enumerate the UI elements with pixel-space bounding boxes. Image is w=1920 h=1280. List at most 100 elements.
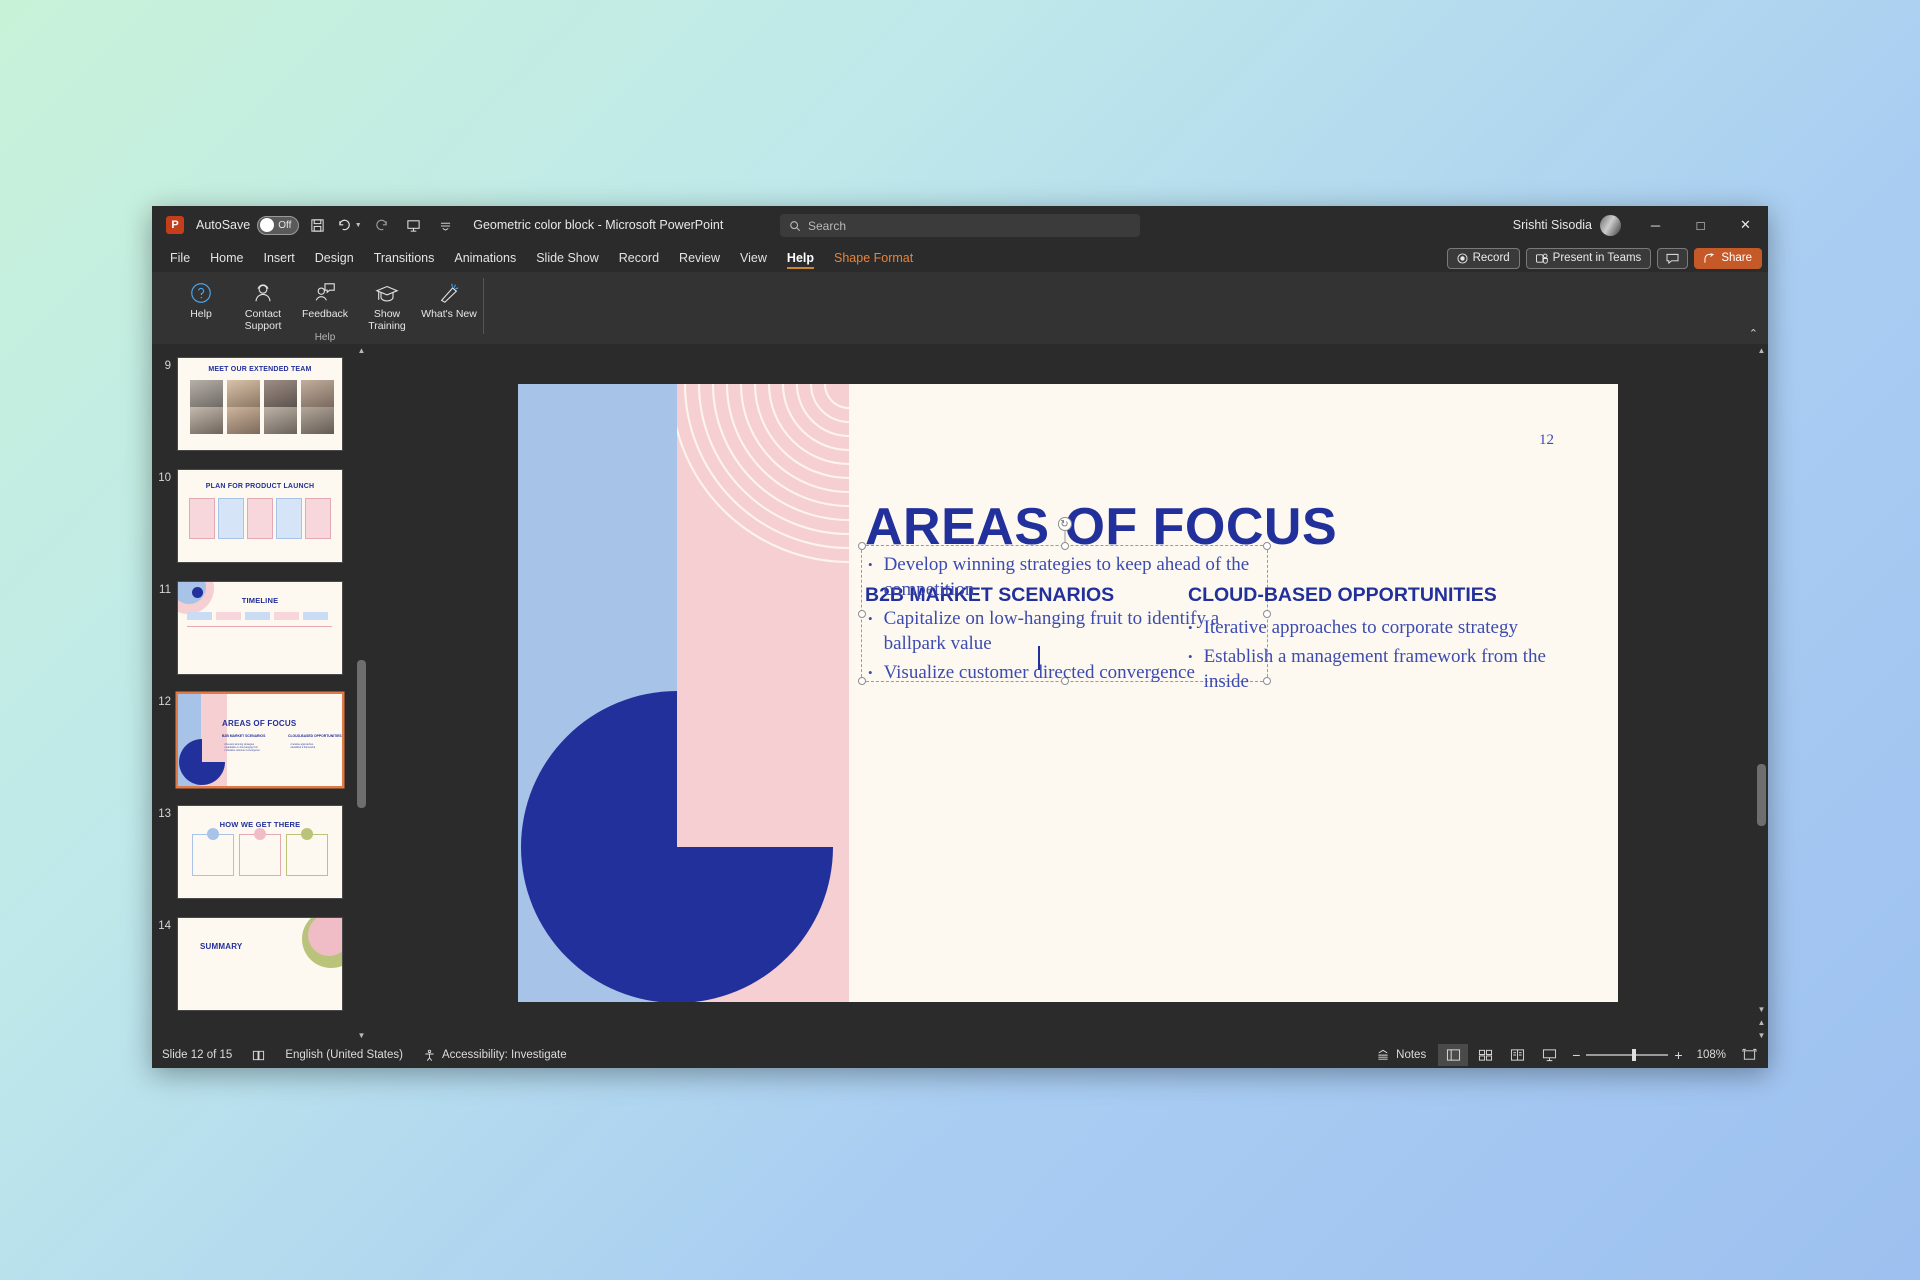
tab-home[interactable]: Home [200, 244, 253, 272]
slide-indicator-label: Slide 12 of 15 [162, 1049, 233, 1061]
normal-view-button[interactable] [1438, 1044, 1469, 1066]
redo-icon[interactable] [367, 212, 395, 238]
zoom-out-button[interactable]: − [1572, 1047, 1580, 1063]
thumbnail-slide-11[interactable]: TIMELINE [178, 582, 342, 674]
language-indicator[interactable]: English (United States) [275, 1049, 413, 1061]
zoom-in-button[interactable]: + [1674, 1047, 1682, 1063]
canvas-scrollbar[interactable]: ▲ ▼ ▲ ▼ [1755, 344, 1768, 1042]
thumb-col1-heading: B2B MARKET SCENARIOS [222, 734, 266, 738]
ribbon-group-label: Help [314, 332, 336, 343]
scroll-up-icon[interactable]: ▲ [355, 344, 368, 357]
right-column-heading[interactable]: CLOUD-BASED OPPORTUNITIES [1188, 584, 1497, 607]
whats-new-button[interactable]: What's New [418, 276, 480, 321]
bullet-item[interactable]: • Iterative approaches to corporate stra… [1188, 615, 1548, 640]
resize-handle-nw[interactable] [858, 542, 866, 550]
fit-slide-icon [1742, 1048, 1756, 1060]
scroll-down-icon[interactable]: ▼ [355, 1029, 368, 1042]
thumbnail-scrollbar[interactable]: ▲ ▼ [355, 344, 368, 1042]
resize-handle-n[interactable] [1060, 542, 1069, 550]
right-column-bullets[interactable]: • Iterative approaches to corporate stra… [1188, 615, 1548, 698]
slide-canvas-area: 12 AREAS OF FOCUS B2B MARKET SCENARIOS ↻ [368, 344, 1768, 1042]
thumbnail-slide-12[interactable]: AREAS OF FOCUS B2B MARKET SCENARIOS CLOU… [178, 694, 342, 786]
resize-handle-w[interactable] [858, 609, 866, 618]
tab-design[interactable]: Design [305, 244, 364, 272]
megaphone-icon [437, 280, 461, 306]
contact-support-button[interactable]: Contact Support [232, 276, 294, 332]
thumbnail-item[interactable]: 9 MEET OUR EXTENDED TEAM [152, 352, 368, 450]
thumbnail-slide-13[interactable]: HOW WE GET THERE [178, 806, 342, 898]
question-circle-icon [189, 280, 213, 306]
tab-file[interactable]: File [160, 244, 200, 272]
thumbnail-item[interactable]: 11 TIMELINE [152, 576, 368, 674]
thumbnail-slide-9[interactable]: MEET OUR EXTENDED TEAM [178, 358, 342, 450]
spelling-check-button[interactable] [242, 1049, 275, 1062]
thumbnail-item[interactable]: 14 SUMMARY [152, 912, 368, 1010]
tab-review[interactable]: Review [669, 244, 730, 272]
slide-show-button[interactable] [1534, 1044, 1564, 1066]
tab-slide-show[interactable]: Slide Show [526, 244, 609, 272]
tab-animations[interactable]: Animations [444, 244, 526, 272]
show-training-button[interactable]: Show Training [356, 276, 418, 332]
zoom-track[interactable] [1586, 1049, 1669, 1061]
thumbnail-item[interactable]: 13 HOW WE GET THERE [152, 800, 368, 898]
slide-sorter-button[interactable] [1470, 1044, 1500, 1066]
rotate-handle[interactable]: ↻ [1057, 517, 1072, 531]
bullet-marker: • [1188, 649, 1193, 664]
zoom-level[interactable]: 108% [1691, 1049, 1732, 1061]
tab-record[interactable]: Record [609, 244, 669, 272]
slide-editing-surface[interactable]: 12 AREAS OF FOCUS B2B MARKET SCENARIOS ↻ [518, 384, 1618, 1002]
notes-button[interactable]: Notes [1366, 1049, 1436, 1062]
how-we-get-there-cards [192, 834, 328, 876]
tab-insert[interactable]: Insert [254, 244, 305, 272]
record-button[interactable]: Record [1446, 247, 1520, 269]
resize-handle-ne[interactable] [1263, 542, 1271, 550]
tab-shape-format[interactable]: Shape Format [824, 244, 923, 272]
autosave-toggle[interactable]: Off [257, 215, 300, 235]
customize-qat-icon[interactable] [431, 212, 459, 238]
zoom-knob[interactable] [1632, 1049, 1637, 1061]
tab-help[interactable]: Help [777, 244, 824, 272]
maximize-button[interactable]: □ [1678, 206, 1723, 244]
person-speech-icon [313, 280, 337, 306]
fit-to-window-button[interactable] [1734, 1044, 1764, 1066]
thumbnail-slide-14[interactable]: SUMMARY [178, 918, 342, 1010]
comments-button[interactable] [1657, 247, 1689, 269]
save-icon[interactable] [303, 212, 331, 238]
reading-view-button[interactable] [1502, 1044, 1532, 1066]
resize-handle-sw[interactable] [858, 677, 866, 685]
feedback-button[interactable]: Feedback [294, 276, 356, 321]
minimize-button[interactable]: ─ [1633, 206, 1678, 244]
slide-indicator[interactable]: Slide 12 of 15 [152, 1049, 242, 1061]
close-button[interactable]: ✕ [1723, 206, 1768, 244]
scroll-up-icon[interactable]: ▲ [1755, 344, 1768, 357]
zoom-slider[interactable]: − + [1566, 1047, 1688, 1063]
scroll-down-icon[interactable]: ▼ [1755, 1003, 1768, 1016]
search-input[interactable]: Search [780, 214, 1140, 237]
tab-transitions[interactable]: Transitions [364, 244, 445, 272]
thumbnail-item[interactable]: 12 AREAS OF FOCUS B2B MARKET SCENARIOS C… [152, 688, 368, 786]
tab-row-actions: Record Present in Teams Share [1446, 244, 1762, 272]
share-button[interactable]: Share [1694, 247, 1762, 269]
previous-slide-icon[interactable]: ▲ [1755, 1016, 1768, 1029]
book-icon [253, 1050, 265, 1060]
thumbnail-slide-10[interactable]: PLAN FOR PRODUCT LAUNCH [178, 470, 342, 562]
present-in-teams-button[interactable]: Present in Teams [1525, 247, 1652, 269]
scrollbar-thumb[interactable] [357, 660, 366, 808]
thumbnail-title: PLAN FOR PRODUCT LAUNCH [205, 483, 315, 490]
collapse-ribbon-icon[interactable]: ⌃ [1749, 327, 1758, 340]
thumbnail-item[interactable]: 10 PLAN FOR PRODUCT LAUNCH [152, 464, 368, 562]
slide-thumbnail-pane[interactable]: 9 MEET OUR EXTENDED TEAM 10 PLAN FOR PRO… [152, 344, 368, 1042]
next-slide-icon[interactable]: ▼ [1755, 1029, 1768, 1042]
thumbnail-title: AREAS OF FOCUS [222, 719, 297, 728]
scrollbar-thumb[interactable] [1757, 764, 1766, 826]
undo-icon[interactable]: ▼ [335, 212, 363, 238]
help-button[interactable]: Help [170, 276, 232, 321]
record-button-label: Record [1472, 252, 1510, 264]
autosave-toggle-knob [260, 218, 275, 232]
start-presentation-icon[interactable] [399, 212, 427, 238]
accessibility-indicator[interactable]: Accessibility: Investigate [413, 1049, 577, 1062]
avatar[interactable] [1600, 214, 1621, 236]
tab-view[interactable]: View [730, 244, 777, 272]
title-bar: P AutoSave Off ▼ Geometric color block -… [152, 206, 1768, 244]
bullet-item[interactable]: • Establish a management framework from … [1188, 644, 1548, 694]
